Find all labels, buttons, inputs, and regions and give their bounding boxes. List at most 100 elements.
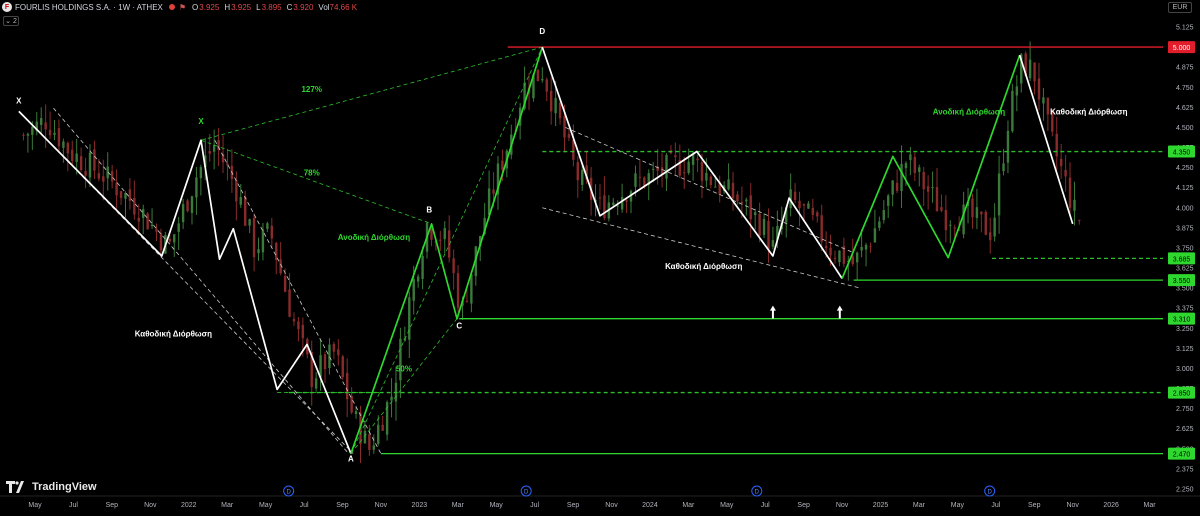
candle-body: [714, 186, 717, 188]
candle-body: [416, 276, 420, 282]
candle-body: [616, 205, 619, 207]
candle-body: [665, 154, 668, 179]
time-tick-label: Jul: [69, 502, 78, 509]
time-tick-label: May: [259, 502, 273, 509]
candle-body: [900, 163, 903, 191]
candle-body: [31, 126, 34, 135]
candle-body: [412, 279, 415, 301]
candle-body: [84, 170, 87, 176]
time-tick-label: 2024: [642, 502, 658, 509]
candle-body: [1055, 133, 1058, 157]
candle-body: [541, 79, 544, 81]
candle-body: [354, 411, 358, 415]
candle-body: [75, 153, 78, 162]
candle-body: [793, 191, 797, 200]
candle-body: [314, 378, 318, 389]
time-tick-label: 2025: [873, 502, 889, 509]
candle-body: [235, 180, 238, 202]
time-tick-label: May: [28, 502, 42, 509]
candle-body: [456, 273, 460, 308]
candle-body: [829, 247, 832, 256]
chart-annotation: D: [539, 27, 545, 36]
candle-body: [926, 186, 930, 192]
chart-annotation: 78%: [304, 169, 320, 178]
company-logo: F: [2, 2, 12, 12]
price-tick-label: 3.000: [1176, 366, 1194, 373]
candle-body: [399, 338, 402, 381]
candle-body: [838, 250, 841, 263]
candle-body: [736, 194, 739, 202]
currency-button[interactable]: EUR: [1168, 2, 1192, 13]
symbol-title[interactable]: FOURLIS HOLDINGS S.A. · 1W · ATHEX: [15, 3, 163, 12]
candle-body: [323, 354, 327, 370]
price-tick-label: 5.125: [1176, 25, 1194, 32]
candle-body: [949, 224, 952, 226]
candle-body: [48, 129, 52, 136]
price-tick-label: 4.000: [1176, 205, 1194, 212]
tradingview-logo: TradingView: [6, 481, 97, 493]
candle-body: [638, 176, 642, 178]
indicators-collapse-button[interactable]: ⌄ 2: [3, 16, 19, 26]
tradingview-name: TradingView: [32, 481, 97, 493]
time-tick-label: May: [490, 502, 504, 509]
close-value: 3.920: [293, 2, 314, 12]
candle-body: [864, 244, 868, 250]
time-tick-label: Jul: [530, 502, 539, 509]
chart-annotation: B: [426, 206, 432, 215]
candle-body: [851, 256, 854, 265]
candle-body: [501, 160, 504, 170]
candle-body: [909, 154, 912, 161]
chart-annotation: 50%: [396, 365, 412, 374]
candle-body: [146, 213, 149, 230]
candle-body: [581, 170, 584, 185]
candle-body: [727, 179, 730, 190]
candle-body: [465, 300, 469, 302]
candle-body: [452, 258, 455, 274]
price-level-label: 4.350: [1173, 150, 1191, 157]
candle-body: [337, 349, 340, 356]
candle-body: [110, 171, 114, 182]
candle-body: [651, 168, 655, 170]
price-tick-label: 4.750: [1176, 85, 1194, 92]
candle-body: [266, 223, 269, 229]
dividend-marker-label: D: [286, 490, 291, 496]
candle-body: [288, 289, 291, 317]
candle-body: [1006, 130, 1010, 163]
candle-body: [824, 246, 828, 249]
flag-icon[interactable]: ⚑: [179, 3, 186, 12]
time-tick-label: Mar: [682, 502, 695, 509]
candle-body: [820, 215, 823, 242]
time-tick-label: Sep: [336, 502, 349, 509]
candle-body: [807, 203, 810, 209]
price-tick-label: 4.625: [1176, 105, 1194, 112]
candle-body: [984, 211, 987, 235]
candle-body: [878, 221, 881, 228]
high-key: H: [224, 2, 231, 12]
candle-body: [377, 424, 380, 444]
candle-body: [381, 424, 384, 431]
candle-body: [53, 132, 56, 135]
candle-body: [882, 210, 885, 220]
candle-body: [328, 344, 331, 369]
candle-body: [66, 142, 70, 154]
candle-body: [931, 187, 934, 189]
price-chart[interactable]: 5.1255.0004.8754.7504.6254.5004.3754.250…: [0, 0, 1200, 516]
candle-body: [918, 167, 921, 172]
candle-body: [212, 144, 216, 152]
time-tick-label: Mar: [913, 502, 926, 509]
chart-annotation: Καθοδική Διόρθωση: [135, 329, 212, 338]
time-tick-label: May: [720, 502, 734, 509]
candle-body: [913, 156, 917, 173]
chart-annotation: Καθοδική Διόρθωση: [665, 262, 742, 271]
price-tick-label: 2.625: [1176, 426, 1194, 433]
candle-body: [891, 180, 894, 195]
high-value: 3.925: [231, 2, 252, 12]
candle-body: [980, 211, 983, 215]
candle-body: [470, 274, 473, 304]
candle-body: [199, 167, 203, 179]
market-status-icon: [168, 4, 175, 10]
candle-body: [567, 133, 571, 138]
time-tick-label: Mar: [452, 502, 465, 509]
candle-body: [257, 249, 260, 254]
candle-body: [177, 223, 180, 232]
